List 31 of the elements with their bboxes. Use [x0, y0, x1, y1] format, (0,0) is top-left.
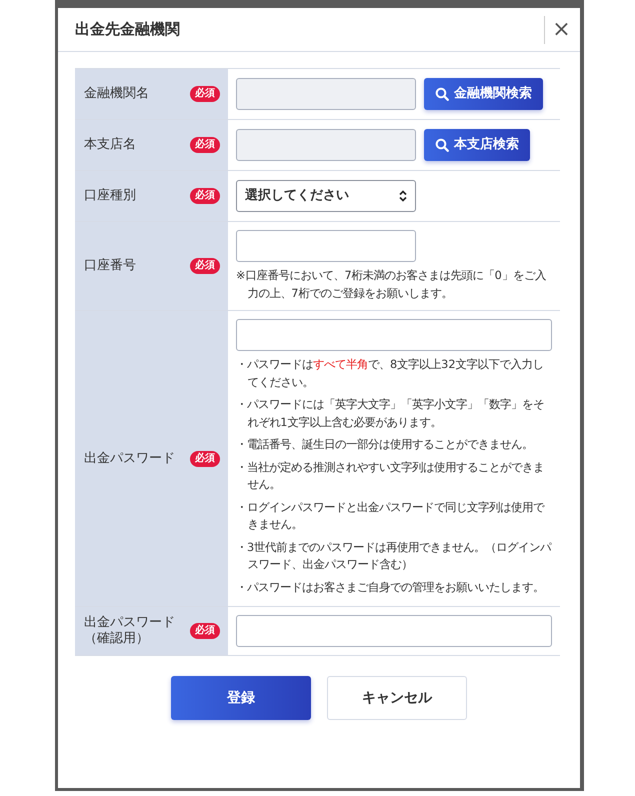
- note-text: ・パスワードはすべて半角で、8文字以上32文字以下で入力してください。: [236, 357, 545, 390]
- field-label: 口座番号: [84, 258, 136, 274]
- note-text: ・当社が定める推測されやすい文字列は使用することができません。: [236, 460, 545, 493]
- updown-icon: [399, 190, 407, 202]
- note-text: ・電話番号、誕生日の一部分は使用することができません。: [236, 437, 534, 453]
- search-icon: [435, 87, 449, 101]
- required-badge: 必須: [190, 623, 220, 639]
- field-label: 本支店名: [84, 137, 136, 153]
- required-badge: 必須: [190, 86, 220, 102]
- close-button[interactable]: ×: [544, 16, 578, 44]
- note-text: ・ログインパスワードと出金パスワードで同じ文字列は使用できません。: [236, 500, 546, 533]
- note-text: ※口座番号において、7桁未満のお客さまは先頭に「0」をご入力の上、7桁でのご登録をお願いします。: [236, 268, 547, 302]
- dialog-title: 出金先金融機関: [75, 19, 180, 40]
- cancel-button[interactable]: キャンセル: [327, 676, 467, 720]
- note-text: ・3世代前までのパスワードは再使用できません。（ログインパスワード、出金パスワード含む）: [236, 540, 552, 573]
- select-field[interactable]: 選択してください: [236, 180, 416, 212]
- field-label: 口座種別: [84, 188, 136, 204]
- password-field[interactable]: [236, 319, 552, 351]
- required-badge: 必須: [190, 258, 220, 274]
- note-text: ・パスワードはお客さまご自身での管理をお願いいたします。: [236, 580, 545, 596]
- search-icon: [435, 138, 449, 152]
- password-field[interactable]: [236, 615, 552, 647]
- text-field[interactable]: [236, 230, 416, 262]
- field-label: 出金パスワード（確認用）: [84, 615, 176, 647]
- required-badge: 必須: [190, 450, 220, 466]
- note-text: ・パスワードには「英字大文字」「英字小文字」「数字」をそれぞれ1文字以上含む必要があります。: [236, 397, 545, 430]
- register-button[interactable]: 登録: [171, 676, 311, 720]
- required-badge: 必須: [190, 188, 220, 204]
- field-label: 出金パスワード: [84, 450, 175, 466]
- field-label: 金融機関名: [84, 86, 149, 102]
- required-badge: 必須: [190, 137, 220, 153]
